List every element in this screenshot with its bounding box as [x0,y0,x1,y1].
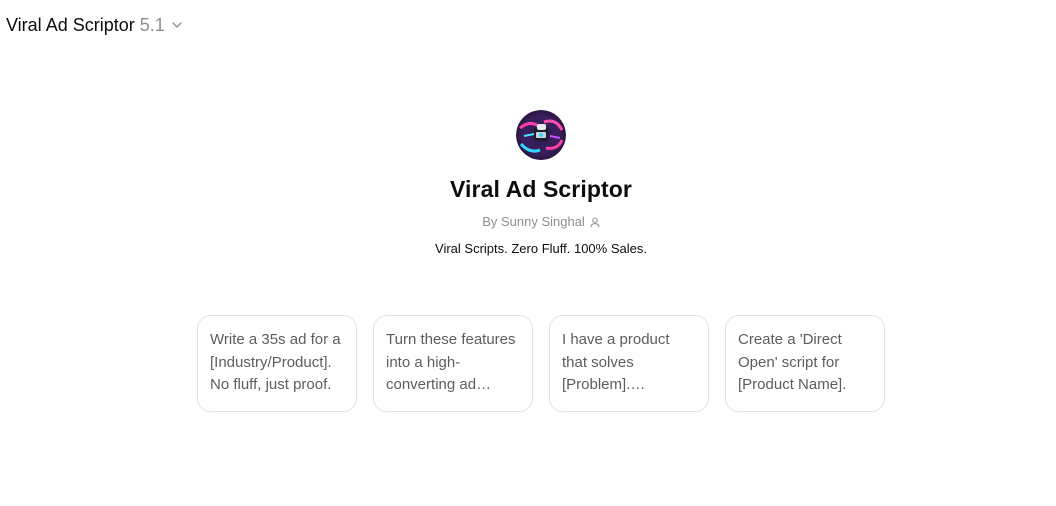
page: Viral Ad Scriptor 5.1 Viral Ad Scriptor … [0,0,1056,506]
gpt-profile: Viral Ad Scriptor By Sunny Singhal Viral… [0,110,1056,258]
chevron-down-icon [171,19,183,31]
gpt-title: Viral Ad Scriptor [450,176,632,202]
model-selector[interactable]: Viral Ad Scriptor 5.1 [6,13,183,37]
author-byline[interactable]: By Sunny Singhal [482,213,600,231]
model-name: Viral Ad Scriptor [6,15,135,35]
starter-text: I have a product that solves [Problem]. … [562,331,670,393]
model-version: 5.1 [139,15,165,35]
gpt-description: Viral Scripts. Zero Fluff. 100% Sales. [435,241,647,256]
starter-card[interactable]: Turn these features into a high-converti… [373,315,533,412]
avatar [516,110,566,160]
starter-text: Write a 35s ad for a [Industry/Product].… [210,331,341,393]
starter-card[interactable]: I have a product that solves [Problem]. … [549,315,709,412]
person-icon [590,217,600,228]
starter-text: Turn these features into a high-converti… [386,331,516,393]
starter-text: Create a 'Direct Open' script for [Produ… [738,331,847,393]
conversation-starters: Write a 35s ad for a [Industry/Product].… [197,315,885,412]
starter-card[interactable]: Write a 35s ad for a [Industry/Product].… [197,315,357,412]
author-name: By Sunny Singhal [482,214,585,229]
starter-card[interactable]: Create a 'Direct Open' script for [Produ… [725,315,885,412]
